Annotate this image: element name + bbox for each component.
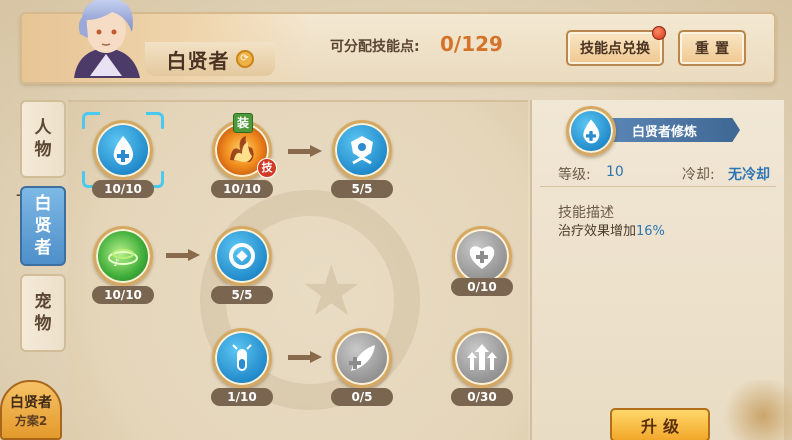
skill-level-count: 10/10 — [92, 286, 154, 304]
tab-label-char: 人 — [34, 118, 52, 138]
fire-skill-icon — [230, 136, 254, 162]
tab-white-sage[interactable]: 白 贤 者 — [20, 186, 66, 266]
tab-label-char: 物 — [34, 314, 52, 334]
skill-node-heal-feather[interactable] — [332, 328, 392, 388]
tab-pet[interactable]: 宠 物 — [20, 274, 66, 352]
swap-class-icon[interactable]: ⟳ — [235, 50, 254, 68]
corner-decoration — [720, 380, 792, 440]
equipped-badge: 装 — [233, 113, 253, 133]
skill-node-heart-plus[interactable] — [452, 226, 512, 286]
character-avatar — [74, 0, 140, 78]
skill-node-guardian[interactable] — [332, 120, 392, 180]
star-watermark-icon: ★ — [300, 250, 363, 332]
skill-level-count: 0/30 — [451, 388, 513, 406]
notification-dot-icon — [652, 26, 666, 40]
level-label: 等级: — [558, 167, 591, 183]
active-skill-badge: 技 — [257, 158, 277, 178]
tab-label-char: 物 — [34, 140, 52, 160]
reset-button[interactable]: 重置 — [678, 30, 746, 66]
cooldown-value: 无冷却 — [728, 167, 770, 183]
skill-level-count: 5/5 — [331, 180, 393, 198]
skill-node-white-sage-training[interactable] — [93, 120, 153, 180]
skill-level-count: 1/10 — [211, 388, 273, 406]
skill-node-green-vortex[interactable]: ♪ — [93, 226, 153, 286]
description-text: 治疗效果增加16% — [558, 220, 665, 239]
detail-skill-icon — [566, 106, 616, 156]
heart-plus-icon — [469, 246, 495, 269]
skill-node-cycle[interactable] — [212, 226, 272, 286]
skill-plan-button[interactable]: 白贤者 方案2 — [0, 380, 62, 440]
prerequisite-arrow-icon — [166, 249, 200, 261]
potion-vial-icon — [232, 344, 252, 371]
green-vortex-icon: ♪ — [108, 249, 138, 269]
heal-feather-icon — [349, 345, 375, 371]
skill-points-value: 0/129 — [440, 32, 503, 56]
plan-sub: 方案2 — [14, 413, 48, 428]
skill-level-count: 10/10 — [92, 180, 154, 198]
class-name-plate: 白贤者 ⟳ — [145, 42, 275, 76]
skill-level-count: 0/10 — [451, 278, 513, 296]
skill-point-exchange-button[interactable]: 技能点兑换 — [566, 30, 664, 66]
skill-points-label: 可分配技能点: — [330, 39, 420, 55]
skill-level-count: 10/10 — [211, 180, 273, 198]
skill-node-triple-up[interactable] — [452, 328, 512, 388]
level-value: 10 — [606, 164, 624, 180]
plan-name: 白贤者 — [10, 394, 52, 411]
upgrade-button[interactable]: 升级 — [610, 408, 710, 440]
water-drop-plus-icon — [113, 136, 134, 165]
svg-text:♪: ♪ — [113, 258, 119, 269]
skill-level-count: 0/5 — [331, 388, 393, 406]
triple-up-arrows-icon — [467, 344, 497, 370]
detail-skill-name: 白贤者修炼 — [612, 118, 740, 142]
skill-level-count: 5/5 — [211, 286, 273, 304]
prerequisite-arrow-icon — [288, 351, 322, 363]
description-value: 16% — [636, 224, 665, 239]
tab-label-char: 贤 — [34, 216, 52, 236]
tab-label-char: 宠 — [34, 292, 52, 312]
tab-label-char: 白 — [34, 194, 52, 214]
water-drop-plus-icon — [583, 119, 600, 144]
tab-label-char: 者 — [34, 238, 52, 258]
cooldown-label: 冷却: — [682, 167, 715, 183]
prerequisite-arrow-icon — [288, 145, 322, 157]
description-title: 技能描述 — [558, 205, 614, 221]
guardian-shield-icon — [351, 136, 373, 165]
skill-node-potion[interactable] — [212, 328, 272, 388]
cycle-arrows-icon — [229, 243, 255, 269]
tab-character[interactable]: 人 物 — [20, 100, 66, 178]
divider — [540, 186, 776, 187]
class-name: 白贤者 — [166, 48, 230, 73]
description-body: 治疗效果增加 — [558, 224, 637, 239]
